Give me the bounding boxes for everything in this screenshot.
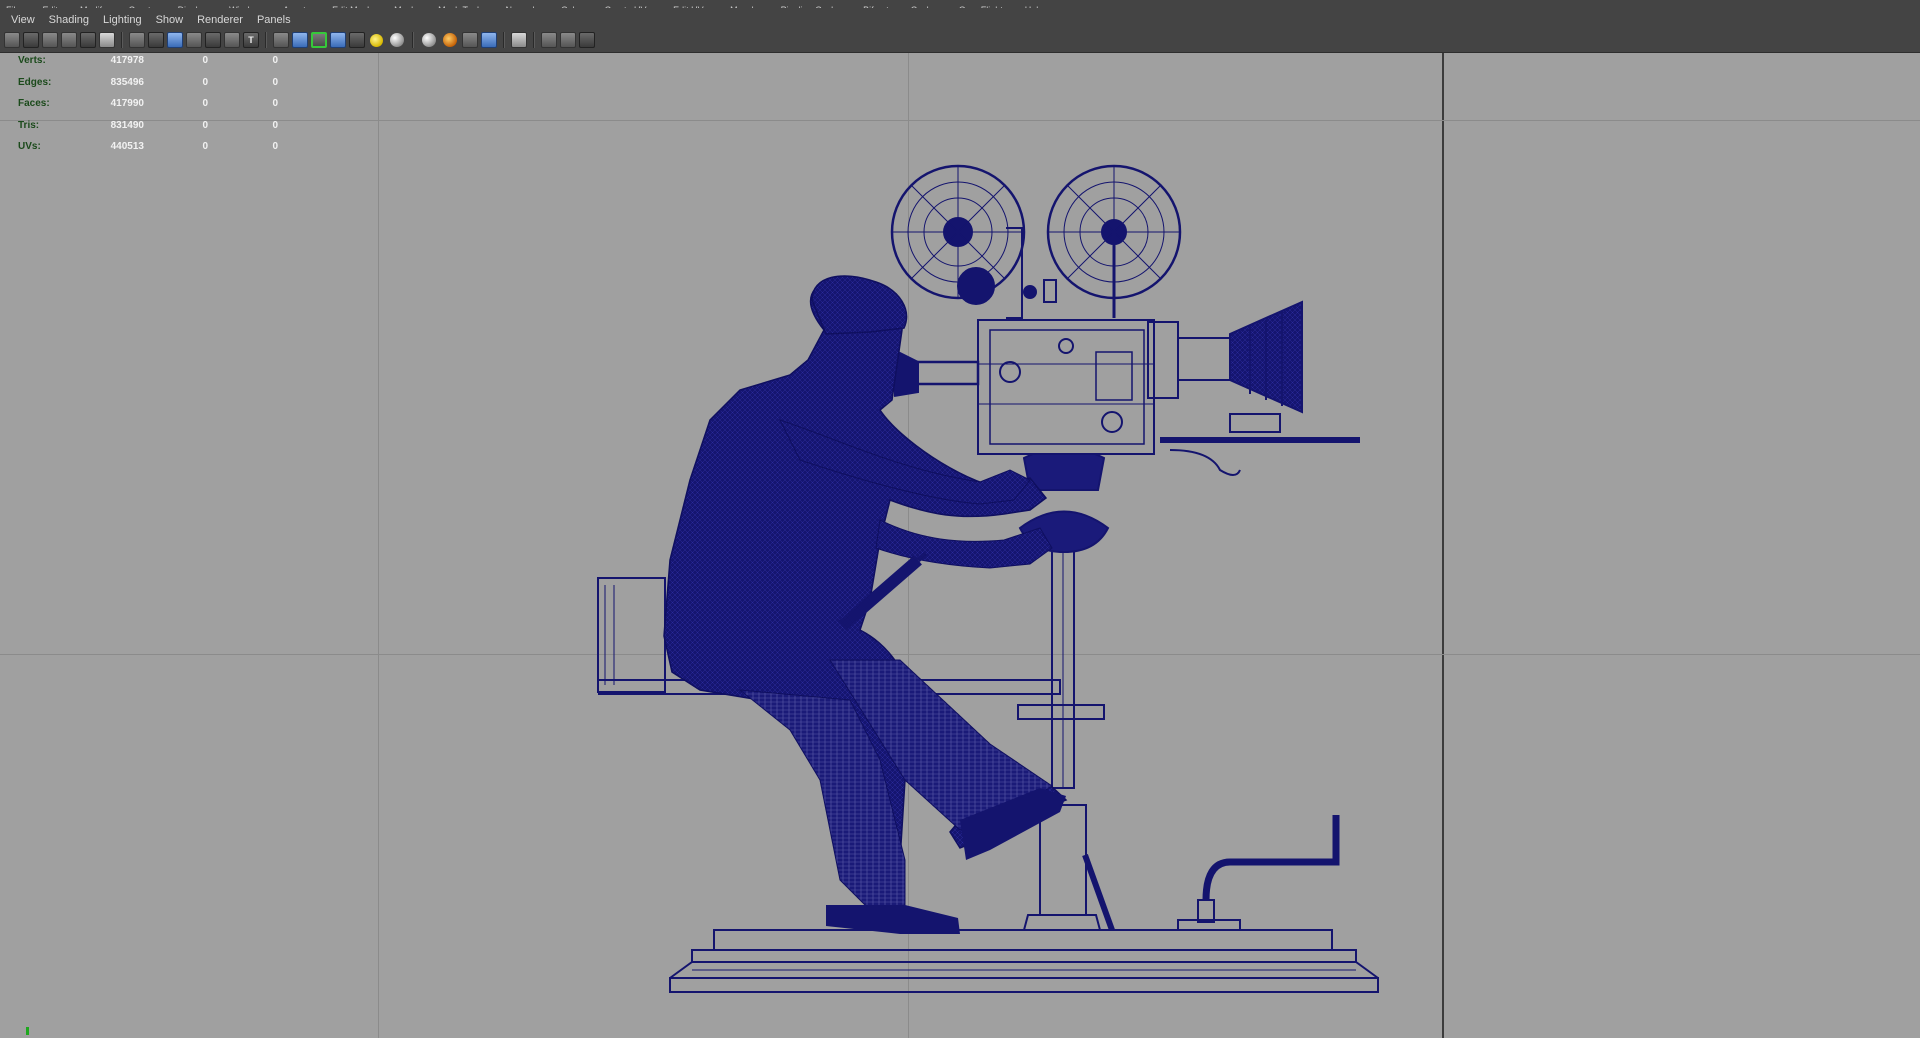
tripod-collar	[1017, 704, 1105, 720]
camera-select-icon[interactable]	[4, 32, 20, 48]
panel-menu: View Shading Lighting Show Renderer Pane…	[0, 12, 298, 28]
toolbar-separator	[265, 32, 267, 48]
default-lighting-icon[interactable]	[349, 32, 365, 48]
resolution-gate-icon[interactable]	[167, 32, 183, 48]
menu-view[interactable]: View	[0, 12, 42, 28]
screen-space-ao-icon[interactable]	[390, 33, 404, 47]
crank-handle	[1202, 815, 1340, 901]
wireframe-icon[interactable]	[273, 32, 289, 48]
base-platform-top	[713, 929, 1333, 950]
xray-active-icon[interactable]	[541, 32, 557, 48]
menu-renderer[interactable]: Renderer	[190, 12, 250, 28]
toolbar-separator	[412, 32, 414, 48]
xray-components-icon[interactable]	[560, 32, 576, 48]
camera-body	[977, 319, 1155, 455]
depth-of-field-icon[interactable]	[462, 32, 478, 48]
xray-icon[interactable]	[330, 32, 346, 48]
film-reel-back	[1046, 164, 1182, 318]
isolate-select-icon[interactable]	[481, 32, 497, 48]
tripod-brace	[1082, 853, 1115, 932]
film-gate-icon[interactable]	[148, 32, 164, 48]
gate-mask-icon[interactable]	[186, 32, 202, 48]
toolbar-separator	[533, 32, 535, 48]
2d-pan-zoom-icon[interactable]	[80, 32, 96, 48]
eyepiece	[910, 360, 980, 386]
menu-shading[interactable]: Shading	[42, 12, 96, 28]
view-axis-indicator	[26, 1027, 29, 1035]
anti-aliasing-icon[interactable]	[443, 33, 457, 47]
safe-title-icon[interactable]: T	[243, 32, 259, 48]
menu-panels[interactable]: Panels	[250, 12, 298, 28]
bookmark-icon[interactable]	[42, 32, 58, 48]
xray-joints-icon[interactable]	[511, 32, 527, 48]
shadows-icon[interactable]	[370, 33, 383, 47]
toolbar-separator	[503, 32, 505, 48]
wireframe-model[interactable]	[0, 53, 1920, 1038]
tripod-foot	[1022, 914, 1102, 931]
camera-attributes-icon[interactable]	[23, 32, 39, 48]
menu-lighting[interactable]: Lighting	[96, 12, 149, 28]
stool-back	[597, 577, 666, 693]
panel-header: View Shading Lighting Show Renderer Pane…	[0, 8, 1920, 53]
smooth-shade-icon[interactable]	[292, 32, 308, 48]
tripod-lower	[1039, 804, 1087, 916]
grid-icon[interactable]	[129, 32, 145, 48]
lens-barrel	[1177, 337, 1231, 381]
menu-show[interactable]: Show	[149, 12, 191, 28]
film-reel-front	[890, 164, 1026, 305]
panel-toolbar: T	[4, 31, 598, 49]
wireframe-on-shaded-icon[interactable]	[311, 32, 327, 48]
app-menubar: FileEditModifyCreateDisplayWindowAssetsE…	[0, 0, 1920, 8]
safe-action-icon[interactable]	[224, 32, 240, 48]
grease-pencil-icon[interactable]	[99, 32, 115, 48]
base-platform-bottom	[669, 977, 1379, 993]
motion-blur-icon[interactable]	[422, 33, 436, 47]
field-chart-icon[interactable]	[205, 32, 221, 48]
toolbar-separator	[121, 32, 123, 48]
image-plane-icon[interactable]	[61, 32, 77, 48]
viewport-3d[interactable]: Verts: 417978 0 0 Edges: 835496 0 0 Face…	[0, 53, 1920, 1038]
share-icon[interactable]	[579, 32, 595, 48]
